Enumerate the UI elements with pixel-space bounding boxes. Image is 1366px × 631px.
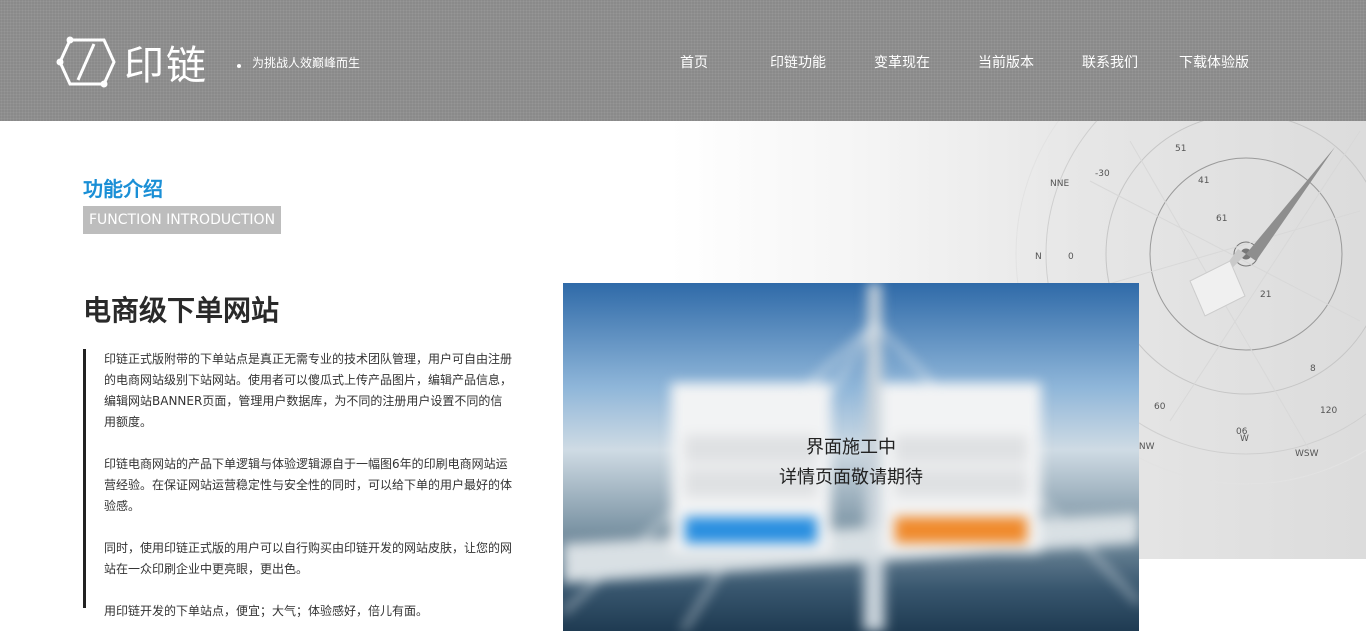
- compass-label-nne: NNE: [1050, 179, 1069, 189]
- compass-label-0: 0: [1068, 252, 1074, 262]
- section-title: 功能介绍: [83, 177, 163, 201]
- site-header: 印链 为挑战人效巅峰而生 首页 印链功能 变革现在 当前版本 联系我们 下载体验…: [0, 0, 1366, 121]
- compass-label-51: 51: [1175, 144, 1186, 154]
- description-paragraph: 印链电商网站的产品下单逻辑与体验逻辑源自于一幅图6年的印刷电商网站运营经验。在保…: [104, 457, 513, 513]
- nav-features[interactable]: 印链功能: [738, 52, 858, 72]
- section-subtitle: FUNCTION INTRODUCTION: [83, 206, 282, 234]
- slogan: 为挑战人效巅峰而生: [252, 56, 361, 70]
- compass-label-61: 61: [1216, 214, 1227, 224]
- compass-label-minus30: -30: [1095, 169, 1110, 179]
- under-construction-message: 界面施工中 详情页面敬请期待: [563, 433, 1139, 493]
- description-paragraph: 印链正式版附带的下单站点是真正无需专业的技术团队管理，用户可自由注册的电商网站级…: [104, 352, 513, 429]
- feature-description: 印链正式版附带的下单站点是真正无需专业的技术团队管理，用户可自由注册的电商网站级…: [83, 349, 513, 618]
- logo-text: 印链: [124, 43, 208, 89]
- nav-change-now[interactable]: 变革现在: [858, 52, 946, 72]
- compass-label-06: 06: [1236, 427, 1248, 437]
- logo-dot: [237, 64, 241, 68]
- description-paragraph: 用印链开发的下单站点，便宜；大气；体验感好，倍儿有面。: [104, 604, 429, 618]
- compass-label-21: 21: [1260, 290, 1271, 300]
- nav-home[interactable]: 首页: [650, 52, 738, 72]
- preview-image: 界面施工中 详情页面敬请期待: [563, 283, 1139, 631]
- description-paragraph: 同时，使用印链正式版的用户可以自行购买由印链开发的网站皮肤，让您的网站在一众印刷…: [104, 541, 513, 576]
- compass-label-8: 8: [1310, 364, 1316, 374]
- under-construction-line2: 详情页面敬请期待: [779, 467, 923, 488]
- logo-icon: [56, 36, 116, 88]
- compass-label-60: 60: [1154, 402, 1166, 412]
- compass-label-41: 41: [1198, 176, 1209, 186]
- main-nav: 首页 印链功能 变革现在 当前版本 联系我们 下载体验版: [650, 52, 1274, 72]
- compass-label-n: N: [1035, 252, 1042, 262]
- nav-download[interactable]: 下载体验版: [1154, 52, 1274, 72]
- feature-title: 电商级下单网站: [83, 294, 280, 327]
- nav-current-version[interactable]: 当前版本: [946, 52, 1066, 72]
- under-construction-line1: 界面施工中: [806, 437, 896, 458]
- nav-contact[interactable]: 联系我们: [1066, 52, 1154, 72]
- compass-label-wsw: WSW: [1295, 449, 1319, 459]
- compass-label-120: 120: [1320, 406, 1337, 416]
- logo[interactable]: 印链: [56, 34, 236, 90]
